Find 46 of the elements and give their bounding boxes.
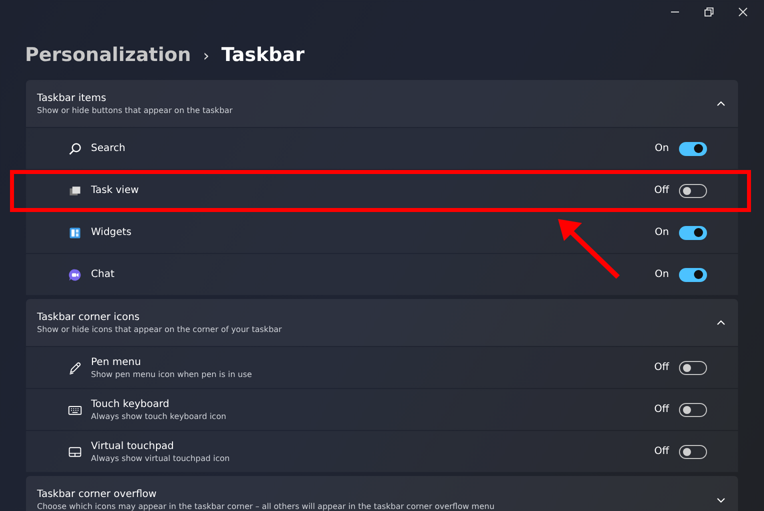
toggle-switch[interactable] (679, 226, 707, 240)
toggle-state: Off (654, 185, 669, 196)
widgets-icon (68, 226, 82, 240)
toggle-state: Off (654, 362, 669, 373)
setting-description: Always show touch keyboard icon (91, 412, 228, 420)
setting-description: Always show virtual touchpad icon (91, 454, 231, 462)
section-subtitle: Choose which icons may appear in the taskbar corner – all others will appear in the taskbar corner overflow menu (37, 502, 494, 510)
touchpad-icon (68, 444, 82, 458)
toggle-switch[interactable] (679, 444, 707, 458)
toggle-switch[interactable] (679, 268, 707, 282)
section-subtitle: Show or hide buttons that appear on the taskbar (37, 106, 233, 114)
toggle-state: On (654, 269, 669, 280)
setting-label: Task view (91, 185, 140, 196)
toggle-state: Off (654, 404, 669, 415)
setting-label: Pen menu (91, 356, 142, 368)
windows-stack-icon (68, 184, 82, 198)
toggle-state: On (654, 143, 669, 154)
section-subtitle: Show or hide icons that appear on the corner of your taskbar (37, 324, 282, 334)
section-header[interactable]: Taskbar corner overflow Choose which icons may appear in the taskbar corner – all others will appear in the taskbar corner overflow menu (26, 476, 738, 511)
breadcrumb-link[interactable]: Personalization (25, 44, 191, 66)
chevron-icon[interactable] (716, 318, 726, 328)
setting-label: Chat (91, 269, 116, 280)
setting-label: Widgets (91, 227, 132, 238)
toggle-switch[interactable] (679, 360, 707, 374)
setting-label: Search (91, 143, 126, 154)
chevron-icon[interactable] (716, 98, 726, 108)
toggle-switch[interactable] (679, 142, 707, 156)
page-title: Taskbar (221, 44, 304, 66)
restore-icon (704, 7, 714, 17)
breadcrumb-separator: › (202, 46, 210, 64)
section-header[interactable]: Taskbar items Show or hide buttons that appear on the taskbar (26, 80, 738, 127)
section-title: Taskbar items (37, 92, 108, 104)
close-icon (738, 7, 748, 17)
section-title: Taskbar corner overflow (37, 488, 158, 500)
setting-label: Touch keyboard (91, 398, 170, 410)
chat-icon (68, 268, 82, 282)
toggle-state: On (654, 227, 669, 238)
toggle-switch[interactable] (679, 184, 707, 198)
toggle-state: Off (654, 446, 669, 457)
setting-description: Show pen menu icon when pen is in use (91, 370, 253, 378)
setting-label: Virtual touchpad (91, 440, 175, 452)
search-icon (68, 142, 82, 156)
pen-icon (68, 360, 82, 374)
toggle-switch[interactable] (679, 402, 707, 416)
section-title: Taskbar corner icons (37, 312, 141, 322)
section-header[interactable]: Taskbar corner icons Show or hide icons that appear on the corner of your taskbar (26, 299, 738, 346)
